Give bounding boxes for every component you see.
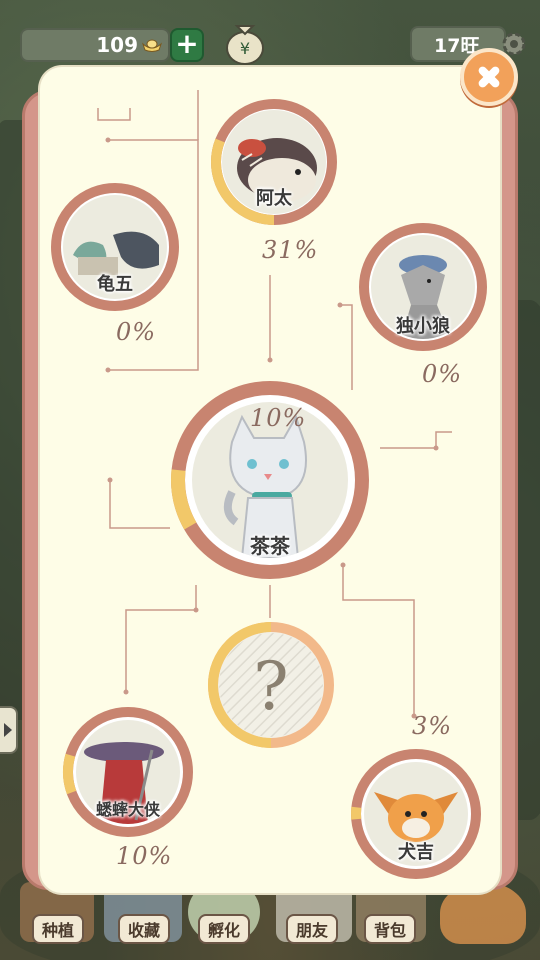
money-bag-icon[interactable]: ¥ (222, 14, 268, 66)
affinity-percent: 3% (412, 712, 453, 740)
affinity-percent: 10% (250, 404, 307, 432)
svg-text:¥: ¥ (240, 39, 250, 58)
nav-label: 收藏 (117, 914, 170, 944)
character-node-quanji[interactable]: 犬吉 (350, 748, 482, 880)
affinity-percent: 0% (422, 360, 463, 388)
close-button[interactable] (460, 48, 518, 106)
character-name: 阿太 (256, 188, 292, 209)
affinity-percent: 10% (116, 842, 173, 870)
coin-amount: 109 (96, 33, 138, 57)
nav-label: 孵化 (197, 914, 250, 944)
nav-plant[interactable]: 种植 (28, 900, 88, 944)
nav-label: 种植 (31, 914, 84, 944)
character-node-atai[interactable]: 阿太 (210, 98, 338, 226)
nav-collection[interactable]: 收藏 (112, 900, 176, 944)
locked-character-node[interactable]: ? (206, 620, 336, 750)
nav-backpack[interactable]: 背包 (360, 900, 420, 944)
character-name: 独小狼 (396, 316, 450, 337)
nav-hatch[interactable]: 孵化 (194, 900, 254, 944)
side-drawer-toggle[interactable] (0, 706, 18, 754)
affinity-percent: 0% (116, 318, 157, 346)
character-name: 蟋蟀大侠 (95, 800, 160, 819)
nav-friends[interactable]: 朋友 (280, 900, 344, 944)
character-name: 犬吉 (398, 842, 434, 863)
nav-label: 朋友 (285, 914, 338, 944)
gold-ingot-icon (142, 39, 162, 52)
character-node-guiwu[interactable]: 龟五 (50, 182, 180, 312)
character-name: 龟五 (97, 274, 133, 295)
character-node-xishuaidaxia[interactable]: 蟋蟀大侠 (62, 706, 194, 838)
nav-label: 背包 (363, 914, 416, 944)
question-mark-icon: ? (253, 648, 289, 725)
character-name: 茶茶 (250, 534, 290, 558)
coin-counter: 109 (20, 28, 170, 62)
character-node-duxiaolang[interactable]: 独小狼 (358, 222, 488, 352)
add-coins-button[interactable]: + (170, 28, 204, 62)
affinity-percent: 31% (262, 236, 319, 264)
